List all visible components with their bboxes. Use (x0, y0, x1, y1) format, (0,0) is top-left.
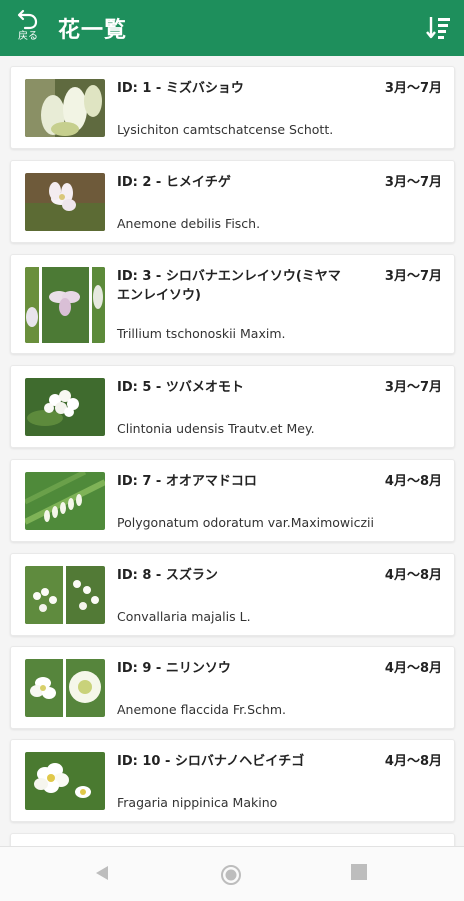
system-navigation-bar (0, 846, 464, 901)
flower-season: 4月〜8月 (384, 474, 442, 489)
flower-scientific-name: Anemone debilis Fisch. (117, 216, 261, 231)
flower-list[interactable]: ID: 1 - ミズバショウ 3月〜7月 Lysichiton camtscha… (0, 56, 464, 846)
sort-descending-icon (426, 17, 450, 39)
flower-scientific-name: Polygonatum odoratum var.Maximowiczii (117, 515, 374, 530)
list-item[interactable]: ID: 9 - ニリンソウ 4月〜8月 Anemone flaccida Fr.… (10, 646, 455, 729)
flower-scientific-name: Convallaria majalis L. (117, 609, 251, 624)
flower-title: ID: 2 - ヒメイチゲ (117, 175, 231, 190)
back-button[interactable]: 戻る (8, 6, 48, 52)
nav-home-icon (221, 865, 241, 885)
list-item[interactable]: ID: 7 - オオアマドコロ 4月〜8月 Polygonatum odorat… (10, 459, 455, 542)
flower-scientific-name: Trillium tschonoskii Maxim. (117, 326, 286, 341)
flower-scientific-name: Fragaria nippinica Makino (117, 795, 278, 810)
nav-back-icon (96, 866, 108, 880)
list-item[interactable]: ID: 5 - ツバメオモト 3月〜7月 Clintonia udensis T… (10, 365, 455, 448)
list-item[interactable]: ID: 1 - ミズバショウ 3月〜7月 Lysichiton camtscha… (10, 66, 455, 149)
anemone-photo (25, 173, 105, 231)
nav-recents-button[interactable] (350, 863, 368, 885)
flower-season: 3月〜7月 (384, 269, 442, 284)
wild-strawberry-photo (25, 752, 105, 810)
list-item[interactable]: ID: 8 - スズラン 4月〜8月 Convallaria majalis L… (10, 553, 455, 636)
flower-title: ID: 3 - シロバナエンレイソウ(ミヤマエンレイソウ) (117, 269, 341, 303)
trillium-photo (25, 267, 105, 343)
clintonia-photo (25, 378, 105, 436)
sort-button[interactable] (424, 14, 452, 42)
flower-season: 4月〜8月 (384, 568, 442, 583)
flower-season: 4月〜8月 (384, 661, 442, 676)
flower-title: ID: 9 - ニリンソウ (117, 661, 231, 676)
flower-title: ID: 1 - ミズバショウ (117, 81, 244, 96)
flower-scientific-name: Clintonia udensis Trautv.et Mey. (117, 421, 315, 436)
flower-season: 3月〜7月 (384, 175, 442, 190)
flower-season: 3月〜7月 (384, 380, 442, 395)
lily-of-the-valley-photo (25, 566, 105, 624)
list-item[interactable]: ID: 3 - シロバナエンレイソウ(ミヤマエンレイソウ) 3月〜7月 Tril… (10, 254, 455, 354)
app-bar: 戻る 花一覧 (0, 0, 464, 56)
flower-title: ID: 7 - オオアマドコロ (117, 474, 257, 489)
list-item[interactable]: ID: 2 - ヒメイチゲ 3月〜7月 Anemone debilis Fisc… (10, 160, 455, 243)
list-item[interactable] (10, 833, 455, 846)
polygonatum-photo (25, 472, 105, 530)
flower-title: ID: 5 - ツバメオモト (117, 380, 244, 395)
flower-season: 3月〜7月 (384, 81, 442, 96)
nav-back-button[interactable] (92, 863, 112, 887)
back-label: 戻る (18, 31, 38, 42)
skunk-cabbage-photo (25, 79, 105, 137)
flower-scientific-name: Lysichiton camtschatcense Schott. (117, 122, 334, 137)
flower-scientific-name: Anemone flaccida Fr.Schm. (117, 702, 287, 717)
page-title: 花一覧 (58, 18, 128, 43)
flower-title: ID: 10 - シロバナノヘビイチゴ (117, 754, 305, 769)
nav-home-button[interactable] (219, 863, 243, 891)
flower-title: ID: 8 - スズラン (117, 568, 218, 583)
flower-season: 4月〜8月 (384, 754, 442, 769)
undo-arrow-icon (17, 9, 38, 30)
nirinsou-photo (25, 659, 105, 717)
list-item[interactable]: ID: 10 - シロバナノヘビイチゴ 4月〜8月 Fragaria nippi… (10, 739, 455, 822)
nav-recents-icon (351, 864, 367, 880)
